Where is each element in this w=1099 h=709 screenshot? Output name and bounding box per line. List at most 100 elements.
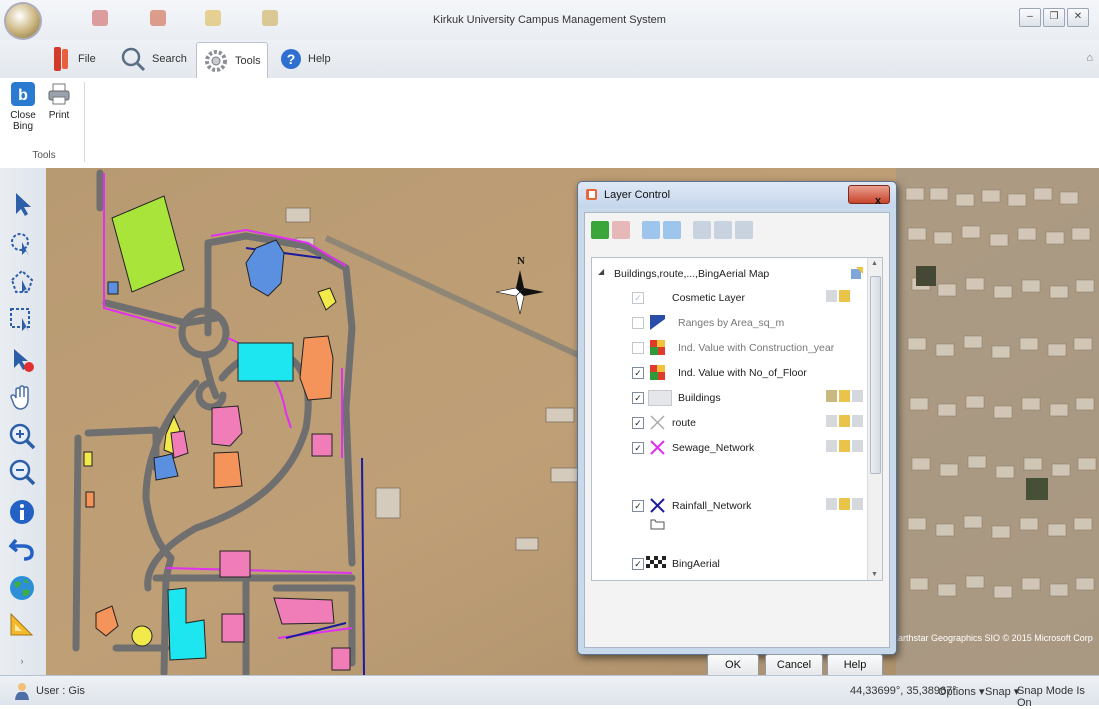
layer-name: Rainfall_Network bbox=[672, 500, 752, 512]
layer-style-icon[interactable] bbox=[839, 290, 850, 302]
gear-icon bbox=[205, 50, 227, 72]
restore-button[interactable]: ❐ bbox=[1043, 8, 1065, 27]
layer-row-buildings[interactable]: ✓ Buildings bbox=[592, 388, 868, 408]
building[interactable] bbox=[213, 451, 243, 489]
layer-control-icon bbox=[586, 189, 597, 200]
toolbar-scroll-icon[interactable]: › bbox=[4, 656, 40, 670]
dialog-title-bar[interactable]: Layer Control x bbox=[578, 182, 896, 208]
edit-layer-icon[interactable] bbox=[826, 498, 837, 510]
building[interactable] bbox=[221, 613, 245, 643]
remove-layer-icon[interactable] bbox=[612, 221, 630, 239]
map-options-icon[interactable] bbox=[850, 266, 864, 280]
layer-checkbox[interactable]: ✓ bbox=[632, 442, 644, 454]
polygon-select-icon[interactable] bbox=[8, 268, 36, 296]
map-view[interactable]: N Earthstar Geographics SIO © 2015 Micro… bbox=[46, 168, 1099, 675]
label-icon[interactable] bbox=[852, 415, 863, 427]
edit-layer-icon[interactable] bbox=[826, 290, 837, 302]
label-settings-icon[interactable] bbox=[714, 221, 732, 239]
layer-style-icon[interactable] bbox=[839, 498, 850, 510]
rectangle-select-icon[interactable] bbox=[8, 306, 36, 334]
snap-mode-status: Snap Mode Is On bbox=[1017, 685, 1085, 709]
scrollbar-thumb[interactable] bbox=[870, 276, 881, 474]
layer-checkbox[interactable]: ✓ bbox=[632, 500, 644, 512]
layer-row-rainfall[interactable]: ✓ Rainfall_Network bbox=[592, 496, 868, 536]
building[interactable] bbox=[83, 451, 93, 467]
tab-help-label: Help bbox=[308, 53, 331, 65]
map-tools-toolbar: › bbox=[0, 168, 47, 675]
building[interactable] bbox=[311, 433, 333, 457]
tab-file[interactable]: File bbox=[52, 42, 96, 76]
building[interactable] bbox=[299, 335, 334, 401]
layer-control-dialog: Layer Control x ◢ Buildings,route,...,Bi… bbox=[577, 181, 897, 678]
map-root-node[interactable]: ◢ Buildings,route,...,BingAerial Map bbox=[592, 264, 868, 284]
edit-layer-icon[interactable] bbox=[826, 440, 837, 452]
scroll-up-icon[interactable]: ▲ bbox=[871, 260, 878, 267]
layer-style-icon[interactable] bbox=[839, 415, 850, 427]
zoom-out-icon[interactable] bbox=[8, 458, 36, 486]
layer-row-no-of-floor[interactable]: ✓ Ind. Value with No_of_Floor bbox=[592, 363, 868, 383]
add-layer-icon[interactable] bbox=[591, 221, 609, 239]
display-settings-icon[interactable] bbox=[735, 221, 753, 239]
layer-checkbox[interactable]: ✓ bbox=[632, 392, 644, 404]
layer-style-icon[interactable] bbox=[839, 440, 850, 452]
close-bing-button[interactable]: b Close Bing bbox=[6, 82, 40, 132]
print-button[interactable]: Print bbox=[42, 82, 76, 121]
building[interactable] bbox=[237, 342, 294, 382]
tab-tools[interactable]: Tools bbox=[196, 42, 268, 79]
label-icon[interactable] bbox=[852, 390, 863, 402]
polygon-outline-icon bbox=[650, 519, 665, 530]
layer-tree-scrollbar[interactable]: ▲ ▼ bbox=[867, 258, 882, 580]
layer-row-ranges[interactable]: Ranges by Area_sq_m bbox=[592, 313, 868, 333]
layer-checkbox[interactable]: ✓ bbox=[632, 292, 644, 304]
layer-row-construction-year[interactable]: Ind. Value with Construction_year bbox=[592, 338, 868, 358]
tab-help[interactable]: ? Help bbox=[280, 42, 331, 76]
dialog-body: ◢ Buildings,route,...,BingAerial Map ✓ C… bbox=[584, 212, 890, 678]
layer-checkbox[interactable]: ✓ bbox=[632, 417, 644, 429]
building[interactable] bbox=[85, 491, 95, 508]
pan-hand-icon[interactable] bbox=[8, 384, 36, 412]
layer-checkbox[interactable] bbox=[632, 342, 644, 354]
building[interactable] bbox=[131, 625, 153, 647]
options-menu[interactable]: Options ▾ bbox=[938, 685, 985, 698]
ruler-icon[interactable] bbox=[8, 610, 36, 638]
layer-row-route[interactable]: ✓ route bbox=[592, 413, 868, 433]
zoom-select-icon[interactable] bbox=[8, 230, 36, 258]
zoom-in-icon[interactable] bbox=[8, 422, 36, 450]
layer-row-cosmetic[interactable]: ✓ Cosmetic Layer bbox=[592, 288, 868, 308]
undo-icon[interactable] bbox=[8, 534, 36, 562]
edit-layer-icon[interactable] bbox=[826, 415, 837, 427]
ranges-theme-icon bbox=[650, 315, 665, 330]
tools-group-label: Tools bbox=[32, 150, 56, 161]
dialog-close-button[interactable]: x bbox=[848, 185, 890, 207]
layer-checkbox[interactable] bbox=[632, 317, 644, 329]
aerial-map[interactable]: N Earthstar Geographics SIO © 2015 Micro… bbox=[46, 168, 1099, 675]
globe-icon[interactable] bbox=[8, 574, 36, 602]
select-clear-icon[interactable] bbox=[8, 346, 36, 374]
collapse-icon[interactable]: ◢ bbox=[598, 267, 604, 276]
building[interactable] bbox=[273, 597, 335, 625]
building[interactable] bbox=[107, 281, 119, 295]
label-icon[interactable] bbox=[852, 440, 863, 452]
minimize-button[interactable]: ‒ bbox=[1019, 8, 1041, 27]
layer-name: Buildings bbox=[678, 392, 721, 404]
scroll-down-icon[interactable]: ▼ bbox=[871, 571, 878, 578]
layer-row-sewage[interactable]: ✓ Sewage_Network bbox=[592, 438, 868, 458]
building[interactable] bbox=[331, 647, 351, 671]
select-arrow-icon[interactable] bbox=[8, 190, 36, 218]
ribbon-collapse-icon[interactable]: ⌂ bbox=[1086, 52, 1093, 64]
layer-style-icon[interactable] bbox=[839, 390, 850, 402]
tab-search[interactable]: Search bbox=[120, 42, 187, 76]
layer-row-bingaerial[interactable]: ✓ BingAerial bbox=[592, 554, 868, 574]
tab-tools-label: Tools bbox=[235, 55, 261, 67]
layer-checkbox[interactable]: ✓ bbox=[632, 558, 644, 570]
layer-properties-icon[interactable] bbox=[693, 221, 711, 239]
layer-checkbox[interactable]: ✓ bbox=[632, 367, 644, 379]
label-icon[interactable] bbox=[852, 498, 863, 510]
info-icon[interactable] bbox=[8, 498, 36, 526]
building[interactable] bbox=[219, 550, 251, 578]
move-up-icon[interactable] bbox=[642, 221, 660, 239]
close-button[interactable]: ✕ bbox=[1067, 8, 1089, 27]
snap-menu[interactable]: Snap ▾ bbox=[985, 685, 1019, 698]
move-down-icon[interactable] bbox=[663, 221, 681, 239]
edit-layer-icon[interactable] bbox=[826, 390, 837, 402]
